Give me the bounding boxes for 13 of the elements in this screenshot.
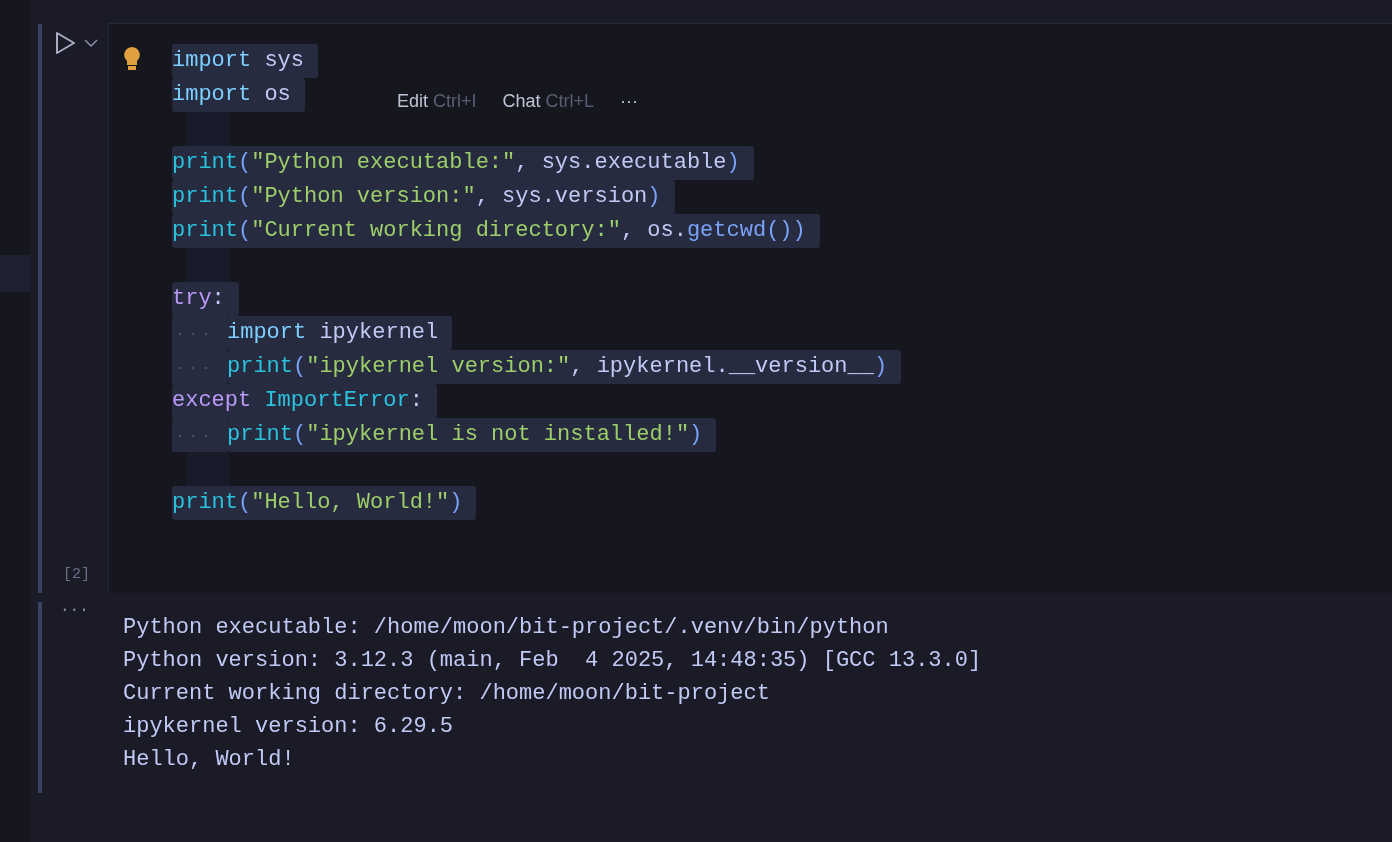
lightbulb-icon[interactable] xyxy=(123,46,141,72)
output-line: Python version: 3.12.3 (main, Feb 4 2025, 14:48:35) [GCC 13.3.0] xyxy=(123,647,982,675)
inline-action-button[interactable]: Edit Ctrl+I xyxy=(397,91,477,112)
output-line: ipykernel version: 6.29.5 xyxy=(123,713,455,741)
output-line: Python executable: /home/moon/bit-project/.venv/bin/python xyxy=(123,614,890,642)
output-line: Current working directory: /home/moon/bit-project xyxy=(123,680,771,708)
output-line: Hello, World! xyxy=(123,746,296,774)
execution-count: [2] xyxy=(62,566,91,583)
chevron-down-icon[interactable] xyxy=(84,39,98,47)
more-actions-button[interactable]: ··· xyxy=(620,91,639,112)
inline-action-button[interactable]: Chat Ctrl+L xyxy=(502,91,595,112)
run-icon[interactable] xyxy=(54,31,76,55)
output-more-button[interactable]: ··· xyxy=(60,602,89,618)
